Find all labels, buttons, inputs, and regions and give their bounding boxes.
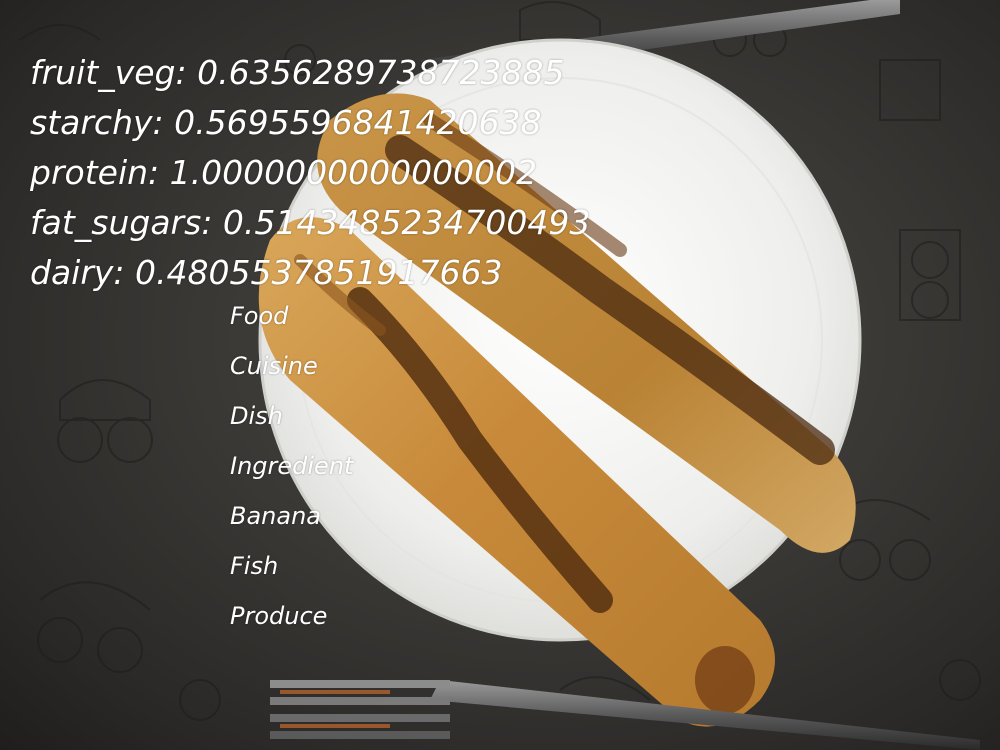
label-item: Food xyxy=(230,302,289,330)
label-item: Banana xyxy=(230,502,322,530)
score-starchy: starchy: 0.5695596841420638 xyxy=(30,103,542,142)
score-dairy: dairy: 0.4805537851917663 xyxy=(30,253,503,292)
score-protein: protein: 1.0000000000000002 xyxy=(30,153,538,192)
label-item: Fish xyxy=(230,552,279,580)
nutrition-scores: fruit_veg: 0.6356289738723885 starchy: 0… xyxy=(30,48,590,298)
detected-labels: Food Cuisine Dish Ingredient Banana Fish… xyxy=(230,297,353,647)
label-item: Dish xyxy=(230,402,283,430)
score-fat-sugars: fat_sugars: 0.5143485234700493 xyxy=(30,203,591,242)
label-item: Ingredient xyxy=(230,452,354,480)
photo-scene: fruit_veg: 0.6356289738723885 starchy: 0… xyxy=(0,0,1000,750)
score-fruit-veg: fruit_veg: 0.6356289738723885 xyxy=(30,53,565,92)
label-item: Cuisine xyxy=(230,352,318,380)
label-item: Produce xyxy=(230,602,328,630)
fork xyxy=(270,680,980,750)
